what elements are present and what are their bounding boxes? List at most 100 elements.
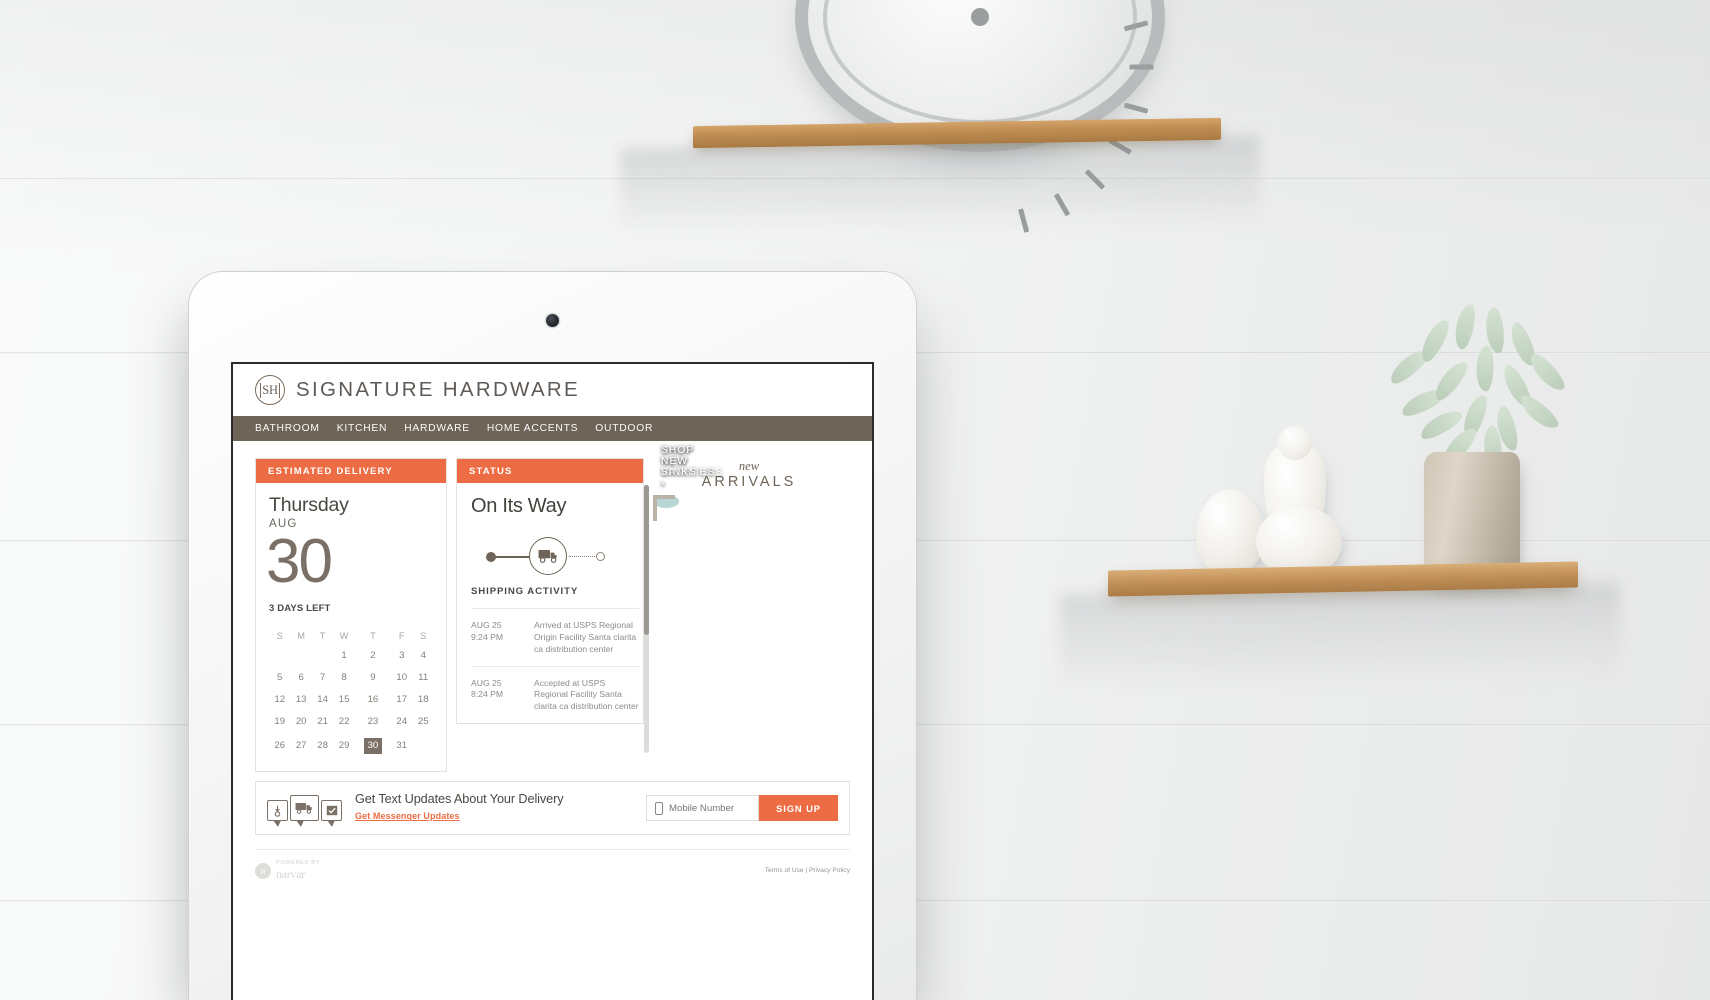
- tablet-bezel: SH SIGNATURE HARDWARE BATHROOM KITCHEN H…: [231, 362, 874, 1000]
- calendar-day: 10: [396, 671, 408, 683]
- activity-description: Accepted at USPS Regional Facility Santa…: [534, 677, 639, 712]
- estimated-delivery-card: ESTIMATED DELIVERY Thursday AUG 30 3 DAY…: [255, 458, 447, 773]
- calendar-day: 13: [295, 693, 307, 705]
- nav-item-hardware[interactable]: HARDWARE: [404, 423, 470, 434]
- estimated-delivery-header: ESTIMATED DELIVERY: [256, 459, 446, 483]
- calendar-weekday: S: [420, 631, 427, 642]
- activity-scrollbar-thumb[interactable]: [644, 485, 649, 635]
- tracker-remaining-line: [569, 556, 597, 557]
- activity-scrollbar[interactable]: [644, 485, 649, 753]
- calendar-day: 22: [338, 715, 350, 727]
- tracker-destination-dot: [596, 552, 605, 561]
- activity-timestamp: AUG 25 8:24 PM: [471, 678, 523, 714]
- calendar-day: 9: [370, 671, 376, 683]
- activity-timestamp: AUG 25 9:24 PM: [471, 620, 523, 656]
- tracking-page: SH SIGNATURE HARDWARE BATHROOM KITCHEN H…: [233, 364, 872, 1000]
- brand-name: SIGNATURE HARDWARE: [296, 378, 580, 401]
- main-content: ESTIMATED DELIVERY Thursday AUG 30 3 DAY…: [233, 441, 872, 773]
- signature-hardware-logo-icon[interactable]: SH: [255, 375, 285, 405]
- calendar-day: 19: [274, 715, 286, 727]
- calendar-day: 12: [274, 693, 286, 705]
- calendar-day: 2: [370, 649, 376, 661]
- logo-monogram: SH: [260, 382, 280, 398]
- tablet-device: SH SIGNATURE HARDWARE BATHROOM KITCHEN H…: [189, 272, 916, 1000]
- text-updates-copy: Get Text Updates About Your Delivery Get…: [355, 792, 633, 824]
- delivery-day: 30: [266, 527, 333, 597]
- truck-bubble-icon: [290, 795, 319, 828]
- brand-header: SH SIGNATURE HARDWARE: [233, 364, 872, 416]
- calendar-day: 4: [420, 649, 426, 661]
- tablet-camera: [546, 314, 559, 327]
- calendar-day: 7: [319, 671, 326, 683]
- privacy-policy-link[interactable]: Privacy Policy: [809, 867, 850, 874]
- calendar-day: 31: [396, 740, 408, 752]
- calendar-day: 20: [295, 715, 307, 727]
- calendar-day: [290, 644, 311, 666]
- messenger-updates-link[interactable]: Get Messenger Updates: [355, 811, 460, 821]
- mobile-number-input[interactable]: [669, 802, 750, 814]
- calendar-day: 8: [341, 671, 347, 683]
- activity-time: 8:24 PM: [471, 689, 504, 700]
- shipping-activity-label: SHIPPING ACTIVITY: [471, 586, 579, 597]
- calendar-weekday: S: [276, 631, 283, 642]
- footer-links: Terms of Use | Privacy Policy: [765, 867, 850, 874]
- calendar-day: 29: [338, 740, 350, 752]
- calendar-week-row: 19 20 21 22 23 24 25: [269, 710, 434, 732]
- calendar-day: 5: [277, 671, 283, 683]
- calendar-day: 17: [396, 693, 408, 705]
- calendar-day-selected: 30: [355, 732, 391, 759]
- calendar-day: 15: [338, 693, 350, 705]
- calendar-day: 18: [417, 693, 429, 705]
- calendar-day: [269, 644, 290, 666]
- ceramic-egg-large: [1196, 489, 1264, 577]
- calendar-day: 3: [399, 649, 405, 661]
- activity-date: AUG 25: [471, 677, 502, 688]
- terms-of-use-link[interactable]: Terms of Use: [765, 867, 804, 874]
- calendar-day: 11: [418, 671, 429, 683]
- mobile-phone-icon: [655, 801, 663, 815]
- calendar-week-row: 12 13 14 15 16 17 18: [269, 688, 434, 710]
- sign-up-button[interactable]: SIGN UP: [759, 795, 838, 822]
- signup-form: SIGN UP: [646, 795, 838, 822]
- package-bubble-icon: [267, 800, 288, 828]
- calendar-week-row: 1 2 3 4: [269, 644, 434, 666]
- activity-time: 9:24 PM: [471, 631, 504, 642]
- calendar-day: 16: [367, 693, 379, 705]
- shipping-activity-list[interactable]: AUG 25 9:24 PM Arrived at USPS Regional …: [457, 608, 643, 723]
- tablet-screen: SH SIGNATURE HARDWARE BATHROOM KITCHEN H…: [233, 364, 872, 1000]
- activity-date: AUG 25: [471, 620, 502, 630]
- new-arrivals-column: new ARRIVALS SHOP NEW BATHTUBS ›: [653, 445, 845, 521]
- right-shelf-shadow: [1060, 581, 1620, 695]
- status-header: STATUS: [457, 459, 643, 483]
- check-bubble-icon: [321, 800, 342, 828]
- calendar-day: 24: [396, 715, 408, 727]
- powered-by-label: POWERED BY: [276, 859, 320, 866]
- nav-item-home-accents[interactable]: HOME ACCENTS: [487, 423, 578, 434]
- text-updates-banner: Get Text Updates About Your Delivery Get…: [255, 781, 850, 836]
- nav-item-outdoor[interactable]: OUTDOOR: [595, 423, 653, 434]
- nav-item-kitchen[interactable]: KITCHEN: [337, 423, 387, 434]
- calendar-day: 1: [341, 649, 347, 661]
- calendar-weekday: T: [370, 631, 376, 642]
- calendar-weekday: M: [297, 631, 306, 642]
- calendar-day: 21: [317, 715, 328, 727]
- delivery-weekday: Thursday: [269, 494, 349, 516]
- calendar-weekday: T: [319, 631, 326, 642]
- calendar-day: 23: [367, 715, 379, 727]
- top-shelf-shadow: [620, 135, 1260, 239]
- calendar-day: 28: [317, 740, 328, 752]
- page-footer: n POWERED BY narvar Terms of Use | Priva…: [255, 849, 850, 883]
- calendar-day: [412, 732, 434, 759]
- calendar-weekday: W: [339, 631, 349, 642]
- activity-row: AUG 25 9:24 PM Arrived at USPS Regional …: [471, 608, 639, 666]
- nav-item-bathroom[interactable]: BATHROOM: [255, 423, 320, 434]
- calendar-day: 26: [274, 740, 286, 752]
- calendar-weekday-row: S M T W T F S: [269, 628, 434, 644]
- mobile-number-field[interactable]: [646, 795, 759, 822]
- calendar-weekday: F: [398, 631, 405, 642]
- text-updates-title: Get Text Updates About Your Delivery: [355, 792, 564, 807]
- message-bubbles-icon: [267, 795, 342, 828]
- calendar-week-row: 26 27 28 29 30 31: [269, 732, 434, 759]
- calendar-day: 25: [417, 715, 429, 727]
- activity-description: Arrived at USPS Regional Origin Facility…: [534, 620, 637, 654]
